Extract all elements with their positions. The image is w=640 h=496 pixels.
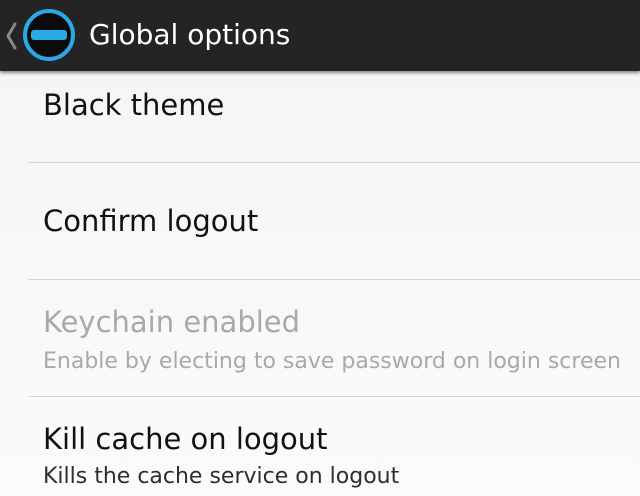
up-navigation-button[interactable]: [0, 0, 84, 71]
action-bar: Global options: [0, 0, 640, 71]
page-title: Global options: [89, 18, 291, 51]
pref-title: Confirm logout: [43, 204, 259, 238]
pref-black-theme[interactable]: Black theme: [0, 71, 640, 162]
pref-title: Keychain enabled: [43, 305, 301, 339]
pref-title: Black theme: [43, 88, 225, 122]
pref-title: Kill cache on logout: [43, 422, 328, 456]
pref-keychain-enabled: Keychain enabled Enable by electing to s…: [0, 280, 640, 396]
chevron-left-icon: [6, 22, 17, 50]
settings-screen: Black theme Confirm logout Keychain enab…: [0, 0, 640, 496]
pref-summary: Enable by electing to save password on l…: [43, 349, 621, 374]
pref-summary: Kills the cache service on logout: [43, 464, 400, 489]
minus-circle-icon: [23, 9, 75, 61]
pref-confirm-logout[interactable]: Confirm logout: [0, 163, 640, 279]
pref-kill-cache-on-logout[interactable]: Kill cache on logout Kills the cache ser…: [0, 397, 640, 496]
preference-list: Black theme Confirm logout Keychain enab…: [0, 0, 640, 496]
